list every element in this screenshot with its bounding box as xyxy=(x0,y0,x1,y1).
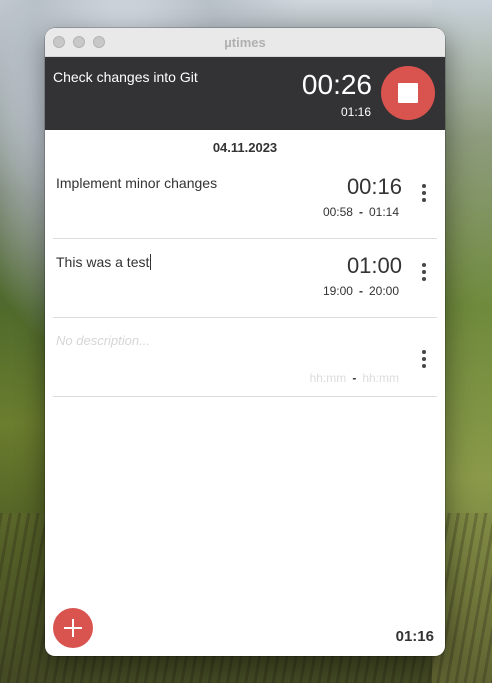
time-separator: - xyxy=(352,371,357,385)
text-cursor xyxy=(150,254,152,270)
more-options-icon[interactable] xyxy=(421,263,427,281)
entry-time-range: hh:mm - hh:mm xyxy=(310,371,399,385)
entry-list: Implement minor changes 00:16 00:58-01:1… xyxy=(53,160,437,397)
running-timer-bar: Check changes into Git 00:26 01:16 xyxy=(45,57,445,130)
app-window: µtimes Check changes into Git 00:26 01:1… xyxy=(45,28,445,656)
title-bar[interactable]: µtimes xyxy=(45,28,445,57)
stop-button[interactable] xyxy=(381,66,435,120)
running-description[interactable]: Check changes into Git xyxy=(53,69,198,85)
running-elapsed: 00:26 xyxy=(301,69,372,100)
running-total: 01:16 xyxy=(340,105,371,119)
list-item: This was a test 01:00 19:00-20:00 xyxy=(53,239,437,318)
stop-icon xyxy=(398,83,418,103)
add-entry-button[interactable] xyxy=(53,608,93,648)
list-item: No description... hh:mm - hh:mm xyxy=(53,318,437,397)
day-total: 01:16 xyxy=(395,628,434,645)
entry-end-time[interactable]: 20:00 xyxy=(369,284,399,298)
time-separator: - xyxy=(358,284,363,298)
entry-time-range: 00:58-01:14 xyxy=(323,205,399,219)
window-title: µtimes xyxy=(224,35,266,50)
entry-start-time[interactable]: 19:00 xyxy=(323,284,353,298)
entry-end-time[interactable]: 01:14 xyxy=(369,205,399,219)
entry-description[interactable]: This was a test xyxy=(56,254,152,270)
entry-end-time-input[interactable]: hh:mm xyxy=(362,371,399,385)
entry-duration[interactable]: 01:00 xyxy=(347,253,402,279)
entry-description[interactable]: Implement minor changes xyxy=(56,175,217,191)
time-separator: - xyxy=(358,205,363,219)
entry-description-input[interactable]: No description... xyxy=(56,333,150,348)
more-options-icon[interactable] xyxy=(421,350,427,368)
entry-time-range: 19:00-20:00 xyxy=(323,284,399,298)
more-options-icon[interactable] xyxy=(421,184,427,202)
list-item: Implement minor changes 00:16 00:58-01:1… xyxy=(53,160,437,239)
entry-start-time-input[interactable]: hh:mm xyxy=(310,371,347,385)
date-heading: 04.11.2023 xyxy=(212,140,278,155)
entry-duration[interactable]: 00:16 xyxy=(347,174,402,200)
entry-start-time[interactable]: 00:58 xyxy=(323,205,353,219)
